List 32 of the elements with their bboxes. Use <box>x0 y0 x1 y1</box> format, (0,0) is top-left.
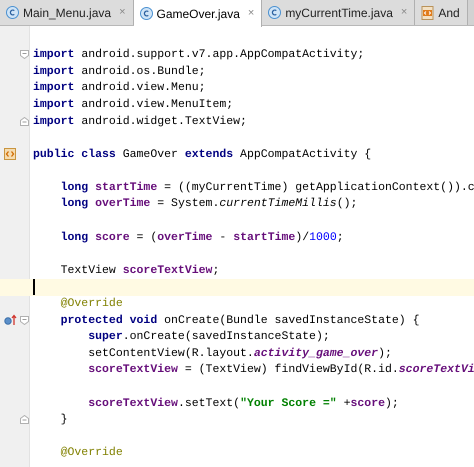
code-line: setContentView(R.layout.activity_game_over); <box>87 348 392 360</box>
code-line: import android.os.Bundle; <box>33 66 206 78</box>
editor-tab[interactable]: And <box>415 0 468 25</box>
code-line: @Override <box>60 447 123 459</box>
code-line: scoreTextView.setText("Your Score =" +score); <box>87 398 399 410</box>
code-line: scoreTextView = (TextView) findViewById(R.id.scoreTextVi <box>87 364 474 376</box>
code-line: import android.view.Menu; <box>33 82 206 94</box>
code-line: TextView scoreTextView; <box>60 264 220 276</box>
code-line: public class GameOver extends AppCompatActivity { <box>33 148 372 160</box>
editor-tab[interactable]: myCurrentTime.java × <box>262 0 416 25</box>
code-line: import android.support.v7.app.AppCompatActivity; <box>33 49 364 61</box>
implemented-class-icon[interactable] <box>4 148 16 160</box>
code-line: import android.widget.TextView; <box>33 116 247 128</box>
class-icon <box>6 6 19 19</box>
close-icon[interactable]: × <box>248 5 254 22</box>
layout-file-icon <box>421 6 434 20</box>
code-line: long overTime = System.currentTimeMillis(); <box>60 198 358 210</box>
text-cursor <box>33 279 35 296</box>
code-line: super.onCreate(savedInstanceState); <box>87 331 330 343</box>
code-line: import android.view.MenuItem; <box>33 98 234 110</box>
code-line: @Override <box>60 298 123 310</box>
fold-marker-icon[interactable] <box>20 50 29 60</box>
code-line: } <box>60 414 68 426</box>
override-icon[interactable] <box>4 314 16 326</box>
editor-tab[interactable]: Main_Menu.java × <box>0 0 134 25</box>
code-line: protected void onCreate(Bundle savedInstanceState) { <box>60 314 420 326</box>
code-line: long score = (overTime - startTime)/1000; <box>60 232 344 244</box>
code-line: long startTime = ((myCurrentTime) getApplicationContext()).c <box>60 182 474 194</box>
class-icon <box>140 7 152 20</box>
fold-marker-icon[interactable] <box>20 316 29 325</box>
editor-tab[interactable]: GameOver.java × <box>134 0 262 27</box>
class-icon <box>268 6 282 19</box>
